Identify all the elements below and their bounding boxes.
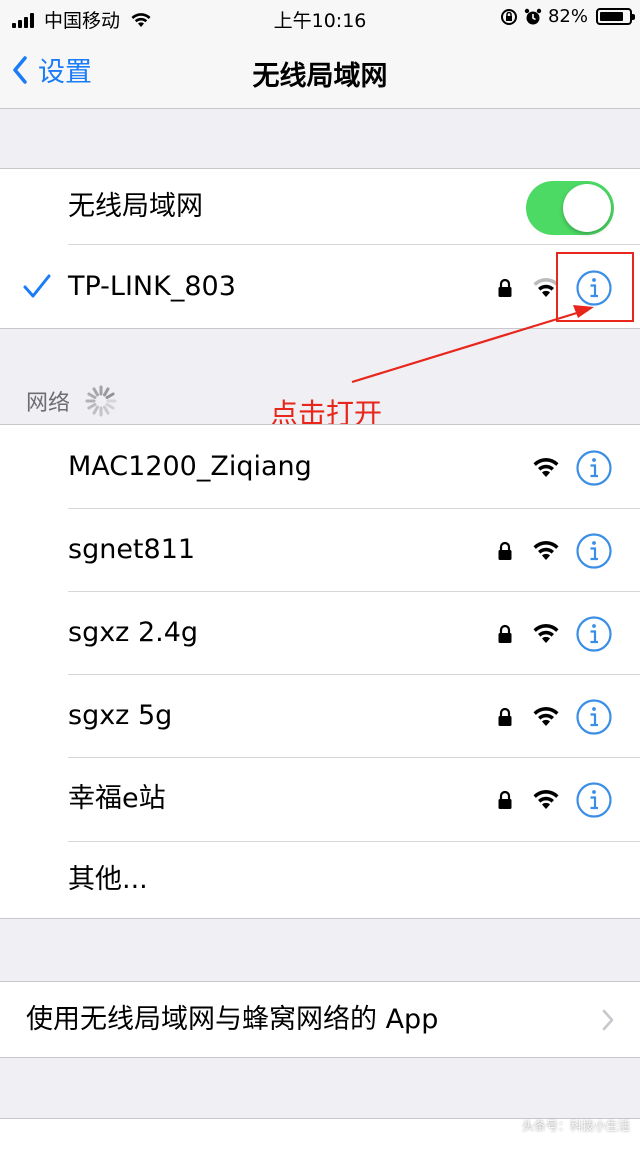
info-icon[interactable] [575,615,613,653]
network-name: MAC1200_Ziqiang [68,451,312,482]
apps-group: 使用无线局域网与蜂窝网络的 App [0,981,640,1058]
networks-section-header: 网络 [26,384,118,418]
network-row[interactable]: MAC1200_Ziqiang [0,425,640,509]
wifi-signal-icon [533,458,559,477]
network-row[interactable]: 幸福e站 [0,758,640,842]
watermark: 头条号：科技小生活 [521,1119,630,1133]
other-network-row[interactable]: 其他... [0,842,640,919]
annotation-highlight-box [556,252,634,322]
wifi-signal-icon [533,707,559,726]
networks-header-label: 网络 [26,391,71,416]
lock-icon [498,707,512,726]
lock-icon [498,624,512,643]
loading-spinner-icon [85,385,117,417]
chevron-right-icon [602,1009,614,1031]
other-network-label: 其他... [68,864,148,895]
apps-row-label: 使用无线局域网与蜂窝网络的 App [26,1004,439,1035]
network-row[interactable]: sgxz 2.4g [0,592,640,675]
network-name: 幸福e站 [68,783,166,814]
apps-using-wifi-row[interactable]: 使用无线局域网与蜂窝网络的 App [0,982,640,1058]
wifi-signal-icon [533,624,559,643]
network-row[interactable]: sgxz 5g [0,675,640,758]
network-list: MAC1200_Ziqiang sgnet811 sgxz 2.4g sgxz … [0,424,640,919]
info-icon[interactable] [575,532,613,570]
lock-icon [498,790,512,809]
wifi-signal-icon [533,541,559,560]
info-icon[interactable] [575,698,613,736]
network-name: sgnet811 [68,534,196,565]
info-icon[interactable] [575,781,613,819]
network-row[interactable]: sgnet811 [0,509,640,592]
network-name: sgxz 2.4g [68,617,199,648]
wifi-signal-icon [533,790,559,809]
info-icon[interactable] [575,449,613,487]
network-name: sgxz 5g [68,700,173,731]
annotation-arrow [351,305,594,384]
lock-icon [498,541,512,560]
